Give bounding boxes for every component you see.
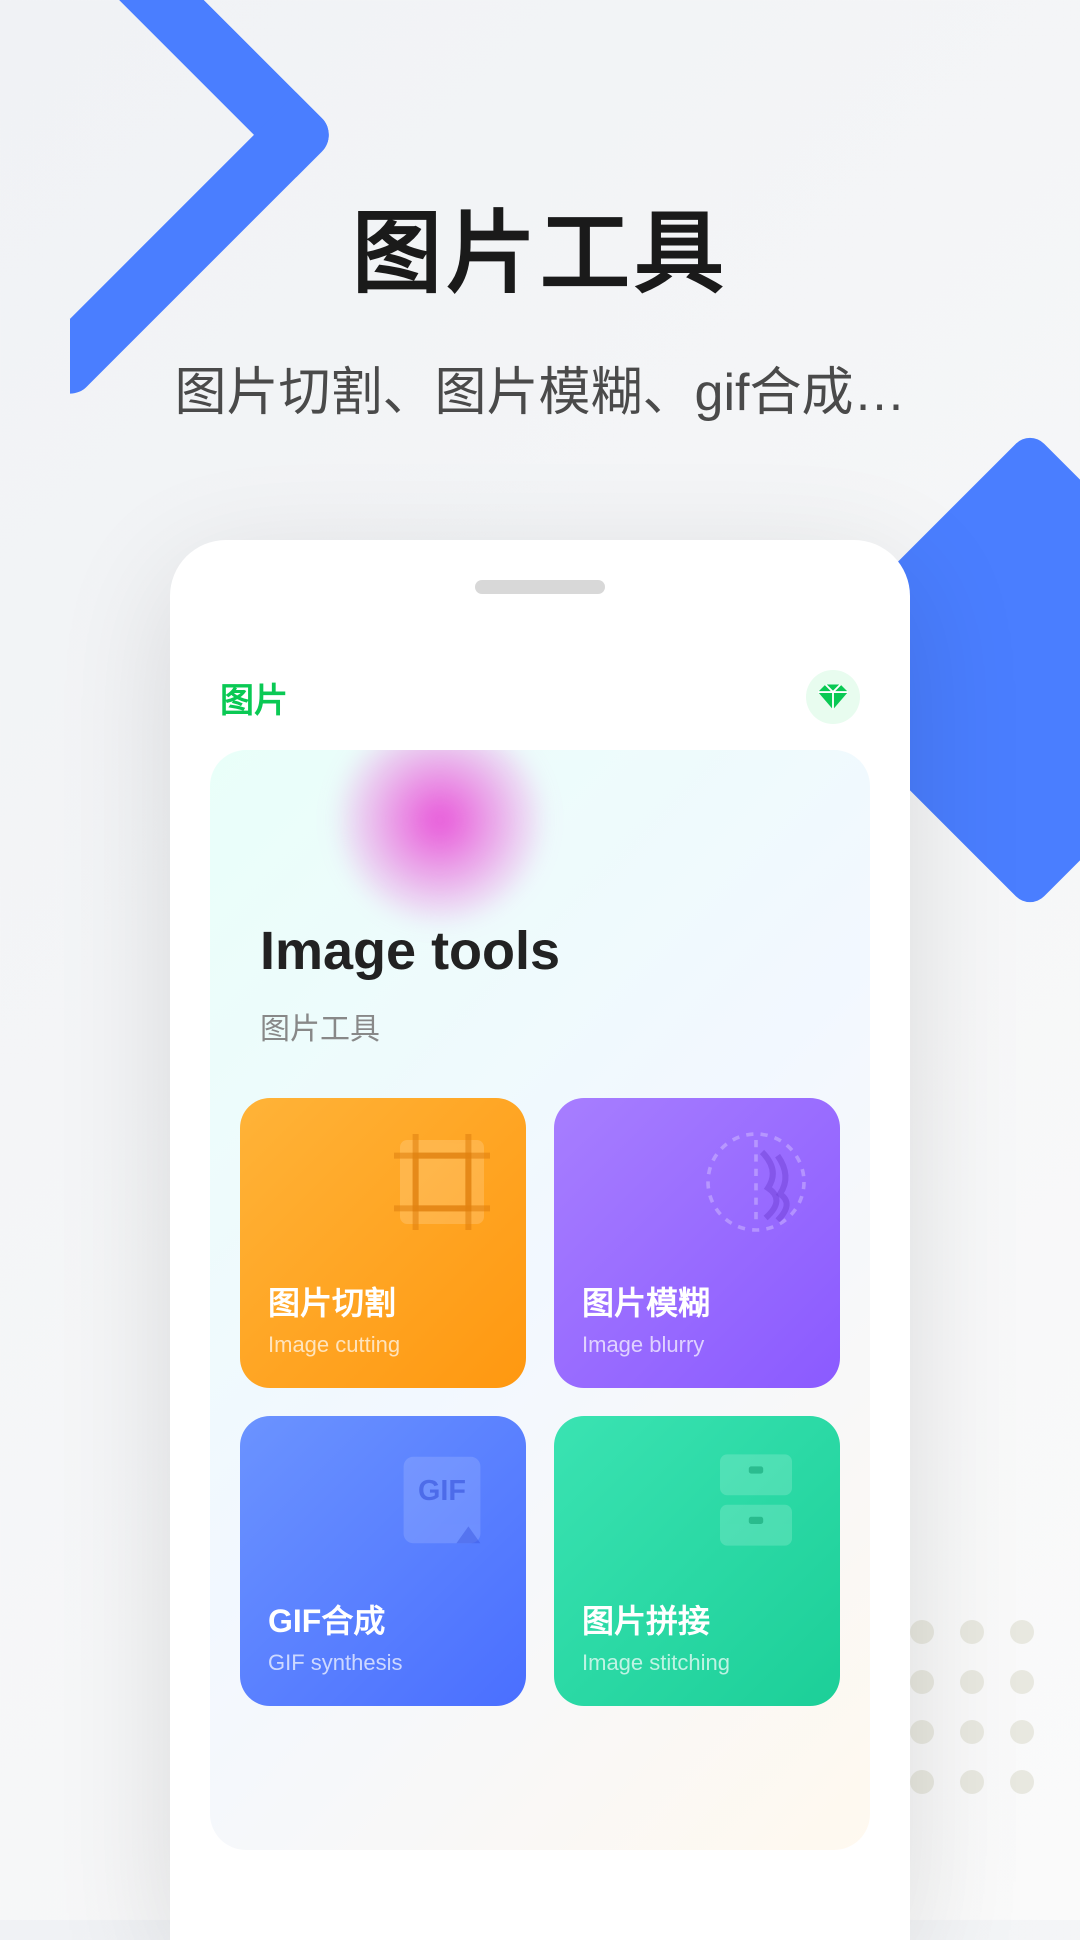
- headline-block: 图片工具 图片切割、图片模糊、gif合成…: [0, 180, 1080, 425]
- vip-badge-button[interactable]: [806, 670, 860, 724]
- tile-subtitle: Image blurry: [582, 1332, 812, 1358]
- page-title: 图片工具: [0, 180, 1080, 310]
- tile-title: GIF合成: [268, 1596, 498, 1642]
- crop-icon: [382, 1122, 502, 1242]
- stitch-icon: [696, 1440, 816, 1560]
- hero-card: Image tools 图片工具 图片切割 Image cutting 图片模糊…: [210, 750, 870, 1850]
- tile-title: 图片拼接: [582, 1596, 812, 1642]
- page-subtitle: 图片切割、图片模糊、gif合成…: [0, 350, 1080, 425]
- app-header: 图片: [220, 670, 860, 724]
- tile-title: 图片切割: [268, 1278, 498, 1324]
- bg-chevron-bottom-left: [0, 1399, 141, 1682]
- magenta-glow: [330, 750, 550, 930]
- blur-icon: [696, 1122, 816, 1242]
- hero-title-en: Image tools: [260, 920, 840, 982]
- hero-title-cn: 图片工具: [260, 1004, 840, 1048]
- gif-icon: GIF: [382, 1440, 502, 1560]
- tile-subtitle: GIF synthesis: [268, 1650, 498, 1676]
- diamond-icon: [818, 684, 848, 710]
- app-tab-label[interactable]: 图片: [220, 673, 288, 722]
- tile-subtitle: Image cutting: [268, 1332, 498, 1358]
- tile-image-stitching[interactable]: 图片拼接 Image stitching: [554, 1416, 840, 1706]
- tile-image-cutting[interactable]: 图片切割 Image cutting: [240, 1098, 526, 1388]
- tile-gif-synthesis[interactable]: GIF GIF合成 GIF synthesis: [240, 1416, 526, 1706]
- phone-mockup: 图片 Image tools 图片工具 图片切割 Image cutting: [170, 540, 910, 1940]
- tile-image-blur[interactable]: 图片模糊 Image blurry: [554, 1098, 840, 1388]
- svg-text:GIF: GIF: [418, 1475, 466, 1507]
- phone-speaker: [475, 580, 605, 594]
- tile-title: 图片模糊: [582, 1278, 812, 1324]
- tile-subtitle: Image stitching: [582, 1650, 812, 1676]
- tiles-grid: 图片切割 Image cutting 图片模糊 Image blurry GIF…: [240, 1098, 840, 1706]
